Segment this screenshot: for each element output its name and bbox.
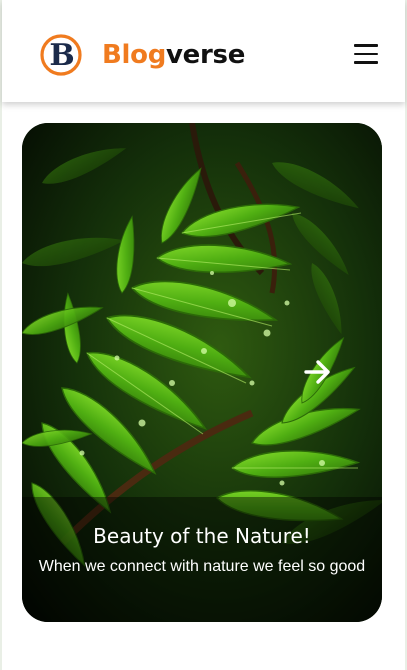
- blogverse-logo-icon: B: [40, 34, 82, 76]
- menu-bar: [354, 52, 378, 56]
- page: B Blogverse Beauty of the Nature! When w…: [2, 0, 405, 670]
- menu-bar: [354, 61, 378, 64]
- slide-description: When we connect with nature we feel so g…: [38, 558, 366, 575]
- hero-carousel[interactable]: Beauty of the Nature! When we connect wi…: [22, 123, 382, 622]
- slide-caption: Beauty of the Nature! When we connect wi…: [22, 497, 382, 622]
- hamburger-menu-icon[interactable]: [354, 43, 378, 65]
- svg-text:B: B: [49, 38, 74, 73]
- site-header: B Blogverse: [2, 0, 405, 102]
- brand-name-part-blog: Blog: [102, 40, 167, 70]
- brand-name-part-verse: verse: [166, 40, 246, 70]
- brand-logo-link[interactable]: B Blogverse: [40, 34, 245, 76]
- menu-bar: [354, 44, 378, 47]
- arrow-right-icon[interactable]: [302, 356, 334, 388]
- brand-name: Blogverse: [102, 42, 245, 68]
- slide-title: Beauty of the Nature!: [93, 524, 311, 548]
